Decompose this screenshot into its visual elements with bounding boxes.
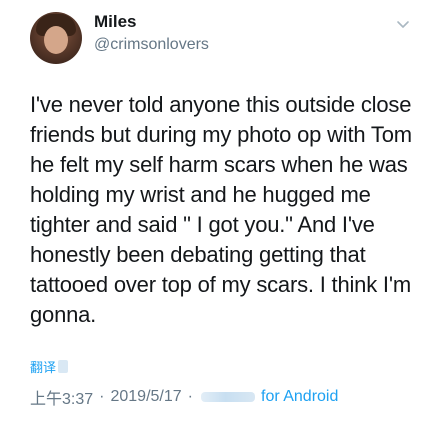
meta-separator: · bbox=[99, 388, 105, 405]
tweet-date[interactable]: 2019/5/17 bbox=[110, 388, 181, 406]
tweet-text: I've never told anyone this outside clos… bbox=[30, 92, 412, 327]
avatar[interactable] bbox=[30, 12, 82, 64]
author-name[interactable]: Miles bbox=[94, 12, 137, 32]
blurred-text bbox=[58, 360, 69, 373]
tweet-time[interactable]: 上午3:37 bbox=[30, 385, 93, 409]
translate-link[interactable]: 翻译 bbox=[30, 357, 69, 376]
chevron-down-icon[interactable] bbox=[396, 20, 410, 30]
tweet-source[interactable]: for Android bbox=[261, 388, 338, 406]
meta-separator: · bbox=[187, 388, 193, 405]
tweet-card: Miles @crimsonlovers I've never told any… bbox=[0, 0, 440, 436]
tweet-meta: 上午3:37 · 2019/5/17 · for Android bbox=[30, 385, 338, 409]
blurred-source-prefix bbox=[201, 392, 255, 402]
avatar-face bbox=[44, 26, 68, 54]
translate-label: 翻译 bbox=[30, 360, 57, 375]
author-handle[interactable]: @crimsonlovers bbox=[94, 36, 209, 54]
